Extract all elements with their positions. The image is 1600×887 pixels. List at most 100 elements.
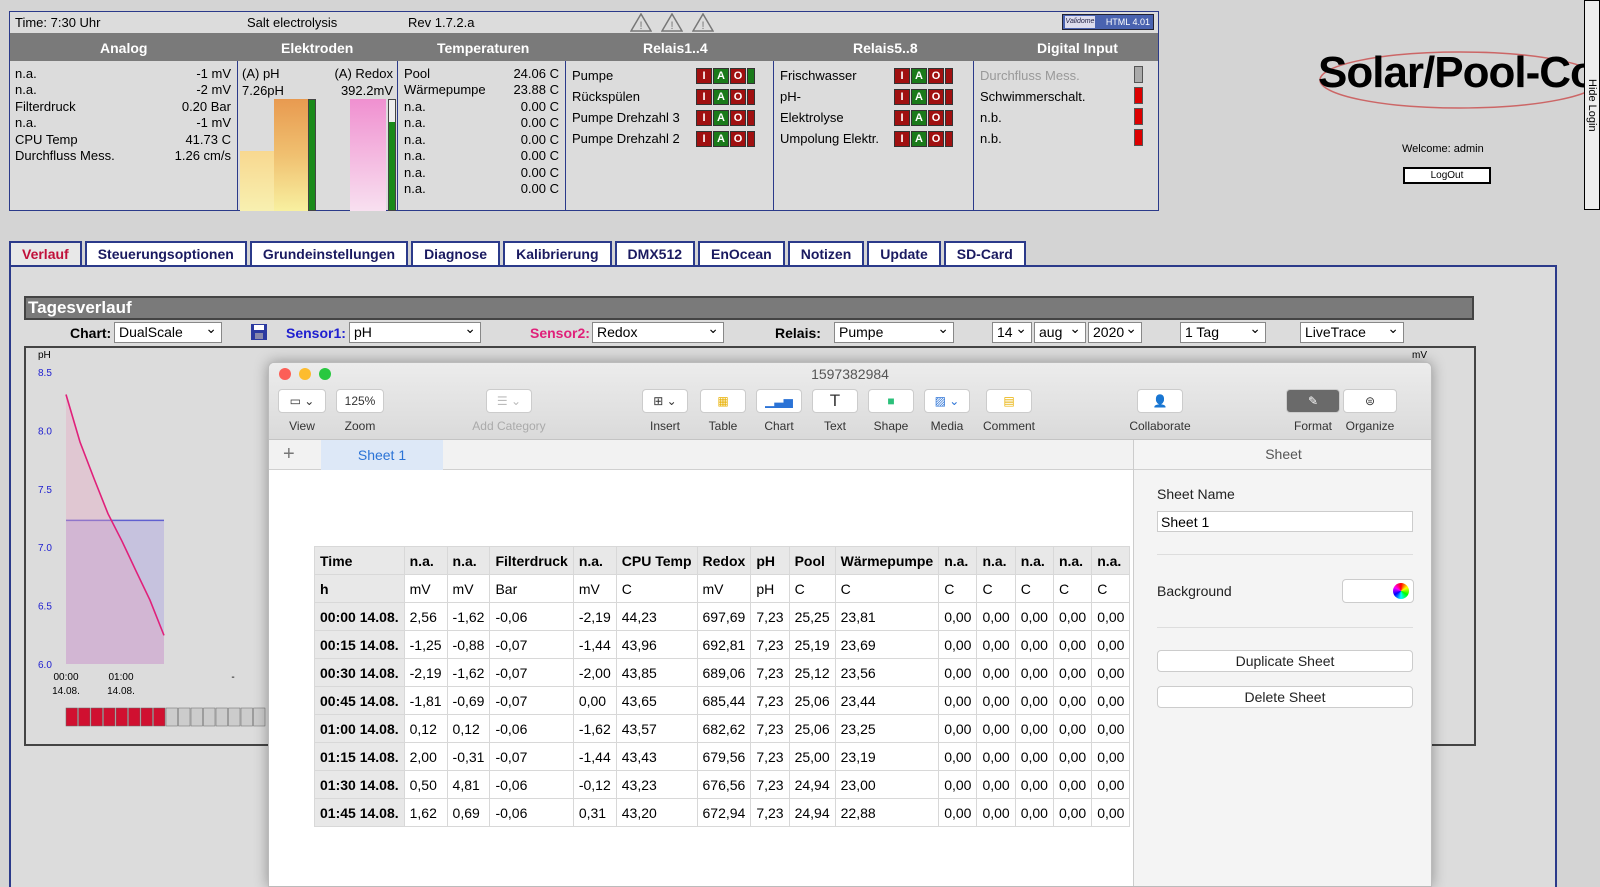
table-cell[interactable]: 689,06 bbox=[696, 658, 752, 687]
relay-mode-off-button[interactable]: O bbox=[730, 68, 746, 84]
table-cell[interactable]: 25,25 bbox=[788, 602, 836, 631]
organize-button[interactable]: ⊜ Organize bbox=[1341, 389, 1399, 433]
save-icon[interactable] bbox=[250, 323, 268, 341]
table-cell[interactable]: 0,00 bbox=[976, 658, 1016, 687]
table-cell[interactable]: -1,44 bbox=[572, 742, 617, 771]
table-cell[interactable]: 0,00 bbox=[572, 686, 617, 715]
table-cell[interactable]: 682,62 bbox=[696, 714, 752, 743]
relay-mode-off-button[interactable]: O bbox=[730, 110, 746, 126]
table-cell[interactable]: 0,00 bbox=[1052, 798, 1093, 827]
table-cell[interactable]: C bbox=[1014, 574, 1054, 603]
table-cell[interactable]: -1,44 bbox=[572, 630, 617, 659]
table-cell[interactable]: 0,00 bbox=[938, 602, 978, 631]
table-cell[interactable]: 7,23 bbox=[750, 658, 790, 687]
background-color-well[interactable] bbox=[1342, 579, 1414, 603]
tab-update[interactable]: Update bbox=[867, 241, 941, 267]
table-cell[interactable]: -2,19 bbox=[572, 602, 617, 631]
table-cell[interactable]: -1,81 bbox=[403, 686, 448, 715]
tab-diagnose[interactable]: Diagnose bbox=[411, 241, 501, 267]
table-cell[interactable]: Wärmepumpe bbox=[834, 546, 940, 575]
table-cell[interactable]: 0,00 bbox=[1014, 686, 1054, 715]
table-cell[interactable]: Pool bbox=[788, 546, 836, 575]
table-cell[interactable]: C bbox=[834, 574, 940, 603]
relay-mode-auto-button[interactable]: A bbox=[713, 131, 729, 147]
table-cell[interactable]: 0,00 bbox=[1091, 630, 1131, 659]
add-sheet-icon[interactable]: + bbox=[283, 443, 295, 466]
table-cell[interactable]: 0,00 bbox=[938, 686, 978, 715]
validome-badge[interactable]: Validome HTML 4.01 bbox=[1062, 14, 1154, 30]
table-cell[interactable]: 23,44 bbox=[834, 686, 940, 715]
table-cell[interactable]: 0,00 bbox=[1091, 798, 1131, 827]
table-cell[interactable]: 25,00 bbox=[788, 742, 836, 771]
collaborate-button[interactable]: 👤 Collaborate bbox=[1125, 389, 1195, 433]
table-cell[interactable]: 0,00 bbox=[1091, 714, 1131, 743]
table-cell[interactable]: 01:15 14.08. bbox=[314, 742, 405, 771]
relay-mode-off-button[interactable]: O bbox=[730, 89, 746, 105]
table-cell[interactable]: 4,81 bbox=[446, 770, 491, 799]
relay-mode-on-button[interactable]: I bbox=[696, 68, 712, 84]
table-cell[interactable]: h bbox=[314, 574, 405, 603]
relay-mode-off-button[interactable]: O bbox=[928, 110, 944, 126]
table-cell[interactable]: 25,19 bbox=[788, 630, 836, 659]
text-button[interactable]: T Text bbox=[811, 389, 859, 433]
table-cell[interactable]: 0,00 bbox=[1091, 658, 1131, 687]
table-cell[interactable]: Filterdruck bbox=[489, 546, 574, 575]
tab-sd-card[interactable]: SD-Card bbox=[943, 241, 1026, 267]
table-cell[interactable]: -2,19 bbox=[403, 658, 448, 687]
table-cell[interactable]: n.a. bbox=[938, 546, 978, 575]
table-cell[interactable]: 0,12 bbox=[403, 714, 448, 743]
sheet-tab[interactable]: Sheet 1 bbox=[321, 440, 443, 470]
logout-button[interactable]: LogOut bbox=[1403, 167, 1491, 184]
table-cell[interactable]: CPU Temp bbox=[615, 546, 698, 575]
table-cell[interactable]: 23,56 bbox=[834, 658, 940, 687]
table-cell[interactable]: 24,94 bbox=[788, 770, 836, 799]
table-cell[interactable]: 0,00 bbox=[1014, 714, 1054, 743]
tab-notizen[interactable]: Notizen bbox=[787, 241, 865, 267]
table-cell[interactable]: 0,00 bbox=[976, 714, 1016, 743]
table-cell[interactable]: n.a. bbox=[1052, 546, 1093, 575]
table-cell[interactable]: 0,00 bbox=[976, 770, 1016, 799]
media-button[interactable]: ▨ ⌄ Media bbox=[923, 389, 971, 433]
table-cell[interactable]: 672,94 bbox=[696, 798, 752, 827]
table-cell[interactable]: 0,00 bbox=[1052, 658, 1093, 687]
table-cell[interactable]: 0,00 bbox=[1014, 770, 1054, 799]
shape-button[interactable]: ■ Shape bbox=[867, 389, 915, 433]
relay-control[interactable]: IAO bbox=[894, 68, 964, 86]
table-cell[interactable]: 0,00 bbox=[1014, 658, 1054, 687]
view-button[interactable]: ▭ ⌄ View bbox=[277, 389, 327, 433]
table-cell[interactable]: 0,31 bbox=[572, 798, 617, 827]
sheet-name-input[interactable] bbox=[1157, 511, 1413, 532]
table-cell[interactable]: 25,12 bbox=[788, 658, 836, 687]
table-cell[interactable]: 23,19 bbox=[834, 742, 940, 771]
table-cell[interactable]: 0,00 bbox=[976, 602, 1016, 631]
table-cell[interactable]: 0,00 bbox=[976, 798, 1016, 827]
insert-button[interactable]: ⊞ ⌄ Insert bbox=[641, 389, 689, 433]
table-cell[interactable]: 0,00 bbox=[976, 630, 1016, 659]
table-cell[interactable]: Redox bbox=[696, 546, 752, 575]
month-select[interactable]: aug bbox=[1034, 319, 1086, 343]
table-cell[interactable]: 0,00 bbox=[1091, 742, 1131, 771]
table-cell[interactable]: -0,06 bbox=[489, 602, 574, 631]
relay-mode-on-button[interactable]: I bbox=[894, 89, 910, 105]
table-cell[interactable]: 0,00 bbox=[1091, 686, 1131, 715]
table-cell[interactable]: 23,69 bbox=[834, 630, 940, 659]
table-cell[interactable]: 0,00 bbox=[938, 658, 978, 687]
table-cell[interactable]: 23,25 bbox=[834, 714, 940, 743]
table-cell[interactable]: 0,00 bbox=[1014, 630, 1054, 659]
table-cell[interactable]: 00:45 14.08. bbox=[314, 686, 405, 715]
relay-control[interactable]: IAO bbox=[696, 131, 766, 149]
relay-control[interactable]: IAO bbox=[894, 110, 964, 128]
tab-steuerungsoptionen[interactable]: Steuerungsoptionen bbox=[84, 241, 247, 267]
table-cell[interactable]: 679,56 bbox=[696, 742, 752, 771]
table-cell[interactable]: 0,00 bbox=[938, 770, 978, 799]
tab-kalibrierung[interactable]: Kalibrierung bbox=[503, 241, 612, 267]
relay-mode-off-button[interactable]: O bbox=[928, 89, 944, 105]
table-cell[interactable]: -0,07 bbox=[489, 658, 574, 687]
table-cell[interactable]: mV bbox=[572, 574, 617, 603]
table-cell[interactable]: 24,94 bbox=[788, 798, 836, 827]
table-cell[interactable]: Time bbox=[314, 546, 405, 575]
table-cell[interactable]: C bbox=[976, 574, 1016, 603]
relay-control[interactable]: IAO bbox=[696, 110, 766, 128]
table-cell[interactable]: 0,00 bbox=[938, 630, 978, 659]
tab-grundeinstellungen[interactable]: Grundeinstellungen bbox=[249, 241, 409, 267]
